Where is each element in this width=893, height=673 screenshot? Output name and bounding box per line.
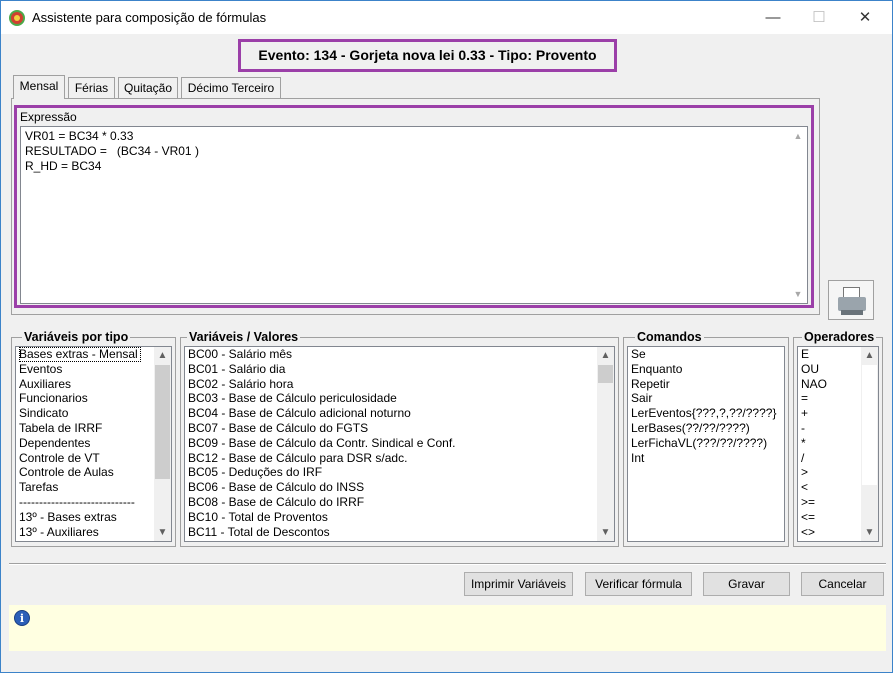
list-item[interactable]: Controle de VT [16, 451, 171, 466]
dialog-window: Assistente para composição de fórmulas —… [0, 0, 893, 673]
list-item[interactable]: Int [628, 451, 784, 466]
list-item[interactable]: Repetir [628, 377, 784, 392]
printer-icon-body [838, 297, 866, 311]
operadores-title: Operadores [802, 330, 877, 344]
comandos-group: Comandos Se Enquanto Repetir Sair LerEve… [623, 330, 789, 547]
scroll-thumb[interactable] [598, 365, 613, 383]
operadores-scrollbar[interactable]: ▲ ▼ [861, 347, 878, 541]
minimize-button[interactable]: — [750, 1, 796, 34]
list-item[interactable]: Sindicato [16, 406, 171, 421]
variaveis-valores-title: Variáveis / Valores [187, 330, 301, 344]
scroll-down-icon[interactable]: ▼ [154, 524, 171, 541]
scroll-track[interactable] [862, 365, 877, 485]
expressao-label: Expressão [20, 110, 77, 124]
expressao-line: VR01 = BC34 * 0.33 [25, 129, 134, 143]
gravar-button[interactable]: Gravar [703, 572, 790, 596]
separator [9, 563, 886, 565]
variaveis-valores-list[interactable]: BC00 - Salário mês BC01 - Salário dia BC… [184, 346, 615, 542]
scroll-up-icon[interactable]: ▲ [154, 347, 171, 364]
list-item[interactable]: BC04 - Base de Cálculo adicional noturno [185, 406, 614, 421]
list-item[interactable]: Se [628, 347, 784, 362]
window-title: Assistente para composição de fórmulas [32, 10, 267, 25]
list-item[interactable]: BC06 - Base de Cálculo do INSS [185, 480, 614, 495]
list-item[interactable]: BC12 - Base de Cálculo para DSR s/adc. [185, 451, 614, 466]
variaveis-por-tipo-group: Variáveis por tipo Bases extras - Mensal… [11, 330, 176, 547]
operadores-group: Operadores E OU NAO = + - * / > < >= <= … [793, 330, 883, 547]
printer-icon-tray [841, 310, 863, 315]
scroll-up-icon[interactable]: ▲ [861, 347, 878, 364]
tab-decimo-terceiro[interactable]: Décimo Terceiro [181, 77, 281, 99]
list-item-label: Bases extras - Mensal [19, 347, 141, 362]
info-icon: i [14, 610, 30, 626]
scroll-up-icon[interactable]: ▲ [597, 347, 614, 364]
print-button[interactable] [828, 280, 874, 320]
expressao-line: R_HD = BC34 [25, 159, 102, 173]
evento-banner: Evento: 134 - Gorjeta nova lei 0.33 - Ti… [238, 39, 617, 72]
list-item[interactable]: ----------------------------- [16, 495, 171, 510]
list-item[interactable]: Tarefas [16, 480, 171, 495]
list-item[interactable]: BC05 - Deduções do IRF [185, 465, 614, 480]
tab-mensal[interactable]: Mensal [13, 75, 65, 99]
imprimir-variaveis-button[interactable]: Imprimir Variáveis [464, 572, 573, 596]
expressao-group: Expressão VR01 = BC34 * 0.33 RESULTADO =… [14, 105, 814, 308]
comandos-title: Comandos [635, 330, 704, 344]
list-item[interactable]: Sair [628, 391, 784, 406]
info-bar: i [9, 605, 886, 651]
variaveis-valores-group: Variáveis / Valores BC00 - Salário mês B… [180, 330, 619, 547]
list-item[interactable]: Controle de Aulas [16, 465, 171, 480]
comandos-list[interactable]: Se Enquanto Repetir Sair LerEventos{???,… [627, 346, 785, 542]
maximize-button[interactable]: ☐ [796, 1, 842, 34]
list-item[interactable]: BC03 - Base de Cálculo periculosidade [185, 391, 614, 406]
list-item[interactable]: LerFichaVL(???/??/????) [628, 436, 784, 451]
list-item[interactable]: 13º - Auxiliares [16, 525, 171, 540]
list-item[interactable]: Auxiliares [16, 377, 171, 392]
list-item[interactable]: BC07 - Base de Cálculo do FGTS [185, 421, 614, 436]
scroll-down-icon[interactable]: ▼ [793, 289, 803, 299]
tab-quitacao[interactable]: Quitação [118, 77, 178, 99]
app-logo-icon [9, 10, 25, 26]
scroll-down-icon[interactable]: ▼ [861, 524, 878, 541]
variaveis-por-tipo-list[interactable]: Bases extras - Mensal Eventos Auxiliares… [15, 346, 172, 542]
verificar-formula-button[interactable]: Verificar fórmula [585, 572, 692, 596]
list-item[interactable]: Funcionarios [16, 391, 171, 406]
list-item[interactable]: Dependentes [16, 436, 171, 451]
variaveis-valores-scrollbar[interactable]: ▲ ▼ [597, 347, 614, 541]
operadores-list[interactable]: E OU NAO = + - * / > < >= <= <> ▲ ▼ [797, 346, 879, 542]
list-item[interactable]: BC00 - Salário mês [185, 347, 614, 362]
expressao-editor[interactable]: VR01 = BC34 * 0.33 RESULTADO = (BC34 - V… [20, 126, 808, 304]
list-item[interactable]: Bases extras - Mensal [16, 347, 171, 362]
list-item[interactable]: Tabela de IRRF [16, 421, 171, 436]
list-item[interactable]: BC11 - Total de Descontos [185, 525, 614, 540]
list-item[interactable]: LerBases(??/??/????) [628, 421, 784, 436]
expressao-line: RESULTADO = (BC34 - VR01 ) [25, 144, 199, 158]
close-button[interactable]: ✕ [842, 1, 888, 34]
scroll-up-icon[interactable]: ▲ [793, 131, 803, 141]
list-item[interactable]: BC02 - Salário hora [185, 377, 614, 392]
list-item[interactable]: 13º - Bases extras [16, 510, 171, 525]
list-item[interactable]: LerEventos{???,?,??/????} [628, 406, 784, 421]
tab-ferias[interactable]: Férias [68, 77, 115, 99]
cancelar-button[interactable]: Cancelar [801, 572, 884, 596]
title-bar[interactable]: Assistente para composição de fórmulas —… [1, 1, 892, 34]
list-item[interactable]: BC08 - Base de Cálculo do IRRF [185, 495, 614, 510]
list-item[interactable]: BC01 - Salário dia [185, 362, 614, 377]
list-item[interactable]: Eventos [16, 362, 171, 377]
list-item[interactable]: Enquanto [628, 362, 784, 377]
variaveis-por-tipo-title: Variáveis por tipo [22, 330, 131, 344]
list-item[interactable]: BC09 - Base de Cálculo da Contr. Sindica… [185, 436, 614, 451]
scroll-down-icon[interactable]: ▼ [597, 524, 614, 541]
scroll-thumb[interactable] [155, 365, 170, 479]
list-item[interactable]: BC10 - Total de Proventos [185, 510, 614, 525]
expressao-scrollbar[interactable]: ▲ ▼ [791, 129, 805, 301]
variaveis-por-tipo-scrollbar[interactable]: ▲ ▼ [154, 347, 171, 541]
